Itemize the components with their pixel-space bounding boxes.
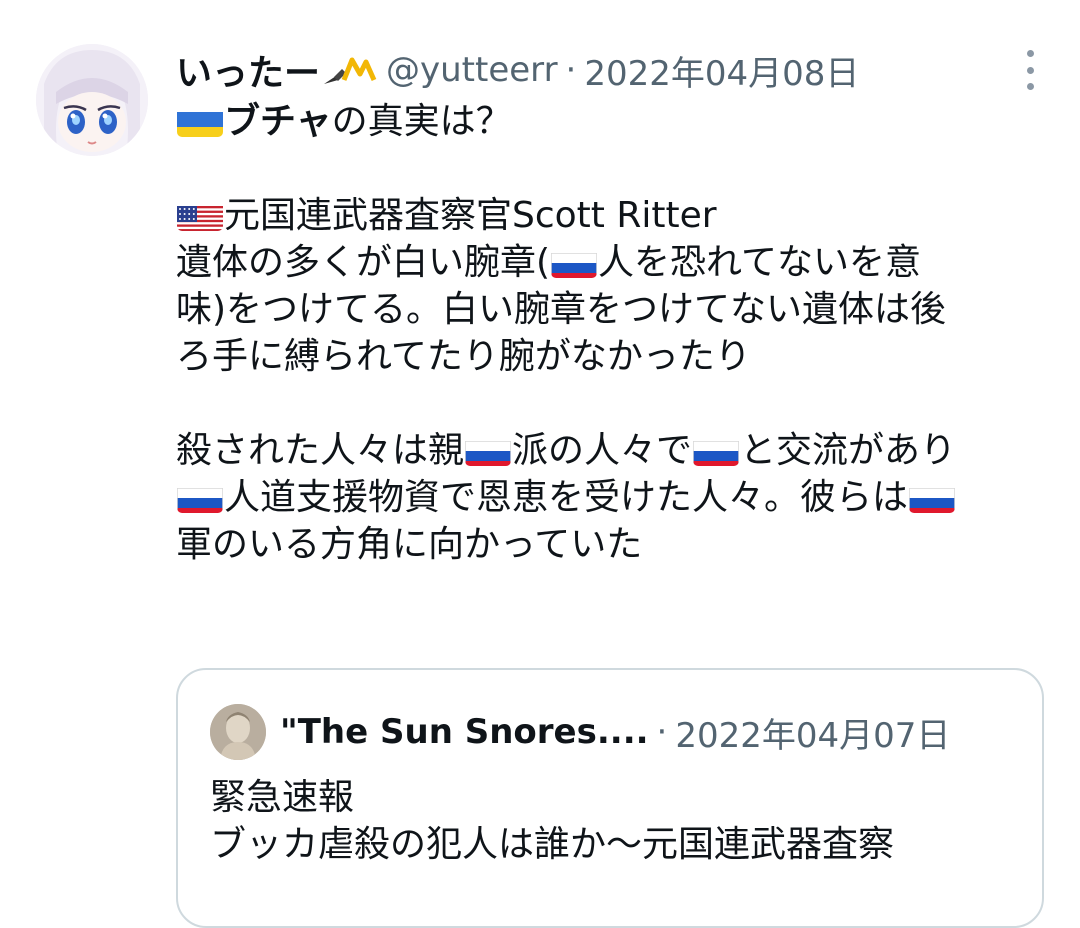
tweet-text-line — [176, 145, 1056, 192]
tweet-text-segment: 人を恐れてないを意 — [598, 242, 921, 283]
russia-flag-icon — [693, 436, 740, 466]
quoted-tweet-header: "The Sun Snores.... · 2022年04月07日 — [210, 704, 1022, 760]
tweet-text-segment: 元国連武器査察官Scott Ritter — [224, 195, 717, 236]
tweet-text-segment: と交流があり — [740, 430, 957, 471]
tweet-text-segment: ろ手に縛られてたり腕がなかったり — [176, 336, 751, 377]
tweet-text-segment: 味)をつけてる。白い腕章をつけてない遺体は後 — [176, 289, 947, 330]
anime-avatar-image — [36, 44, 148, 156]
russia-flag-icon — [465, 436, 512, 466]
portrait-avatar-image — [210, 704, 266, 760]
tweet-text-segment: 人道支援物資で恩恵を受けた人々。彼らは — [224, 477, 909, 518]
tweet-text-segment: の真実は？ — [331, 101, 512, 142]
quoted-tweet-text: 緊急速報ブッカ虐殺の犯人は誰か～元国連武器査察 — [210, 774, 894, 868]
tweet-text-line: 味)をつけてる。白い腕章をつけてない遺体は後 — [176, 286, 1056, 333]
tweet-header: いったー @yutteerr · 2022年04月08日 — [176, 44, 1040, 96]
ukraine-flag-icon — [177, 107, 223, 137]
quoted-author-avatar[interactable] — [210, 704, 266, 760]
tweet-text-line: ろ手に縛られてたり腕がなかったり — [176, 333, 1056, 380]
tweet-text-line: 人道支援物資で恩恵を受けた人々。彼らは — [176, 474, 1056, 521]
tweet-date[interactable]: 2022年04月08日 — [584, 46, 859, 95]
russia-flag-icon — [551, 248, 598, 278]
quoted-text-line: ブッカ虐殺の犯人は誰か～元国連武器査察 — [210, 824, 895, 865]
tweet-text-line: 殺された人々は親 派の人々で と交流があり — [176, 427, 1056, 474]
tweet-text-line: ブチャの真実は？ — [176, 98, 1056, 145]
separator-dot: · — [656, 712, 668, 752]
quoted-tweet[interactable]: "The Sun Snores.... · 2022年04月07日 緊急速報ブッ… — [176, 668, 1044, 928]
tweet-text-line: 元国連武器査察官Scott Ritter — [176, 192, 1056, 239]
quoted-text-line: 緊急速報 — [210, 777, 355, 818]
author-handle[interactable]: @yutteerr — [386, 50, 558, 90]
tweet-text: ブチャの真実は？ 元国連武器査察官Scott Ritter 遺体の多くが白い腕章( 人… — [176, 98, 1056, 568]
russia-flag-icon — [909, 483, 956, 513]
quoted-tweet-date[interactable]: 2022年04月07日 — [675, 708, 950, 757]
quoted-display-name[interactable]: "The Sun Snores.... — [280, 712, 649, 752]
tweet-text-segment: 殺された人々は親 — [176, 430, 465, 471]
tweet-text-segment: ブチャ — [224, 101, 332, 142]
more-options-icon[interactable] — [1020, 50, 1040, 90]
tweet-text-segment: 派の人々で — [512, 430, 693, 471]
tweet-text-segment: 遺体の多くが白い腕章( — [176, 242, 551, 283]
russia-flag-icon — [177, 483, 223, 513]
tweet-text-segment: 軍のいる方角に向かっていた — [176, 524, 643, 565]
author-avatar[interactable] — [36, 44, 148, 156]
tweet-text-line: 軍のいる方角に向かっていた — [176, 521, 1056, 568]
display-name[interactable]: いったー — [176, 44, 320, 96]
crown-pencil-icon — [322, 50, 378, 90]
separator-dot: · — [565, 50, 577, 90]
us-flag-icon — [177, 201, 223, 231]
tweet-text-line — [176, 380, 1056, 427]
tweet-text-line: 遺体の多くが白い腕章( 人を恐れてないを意 — [176, 239, 1056, 286]
